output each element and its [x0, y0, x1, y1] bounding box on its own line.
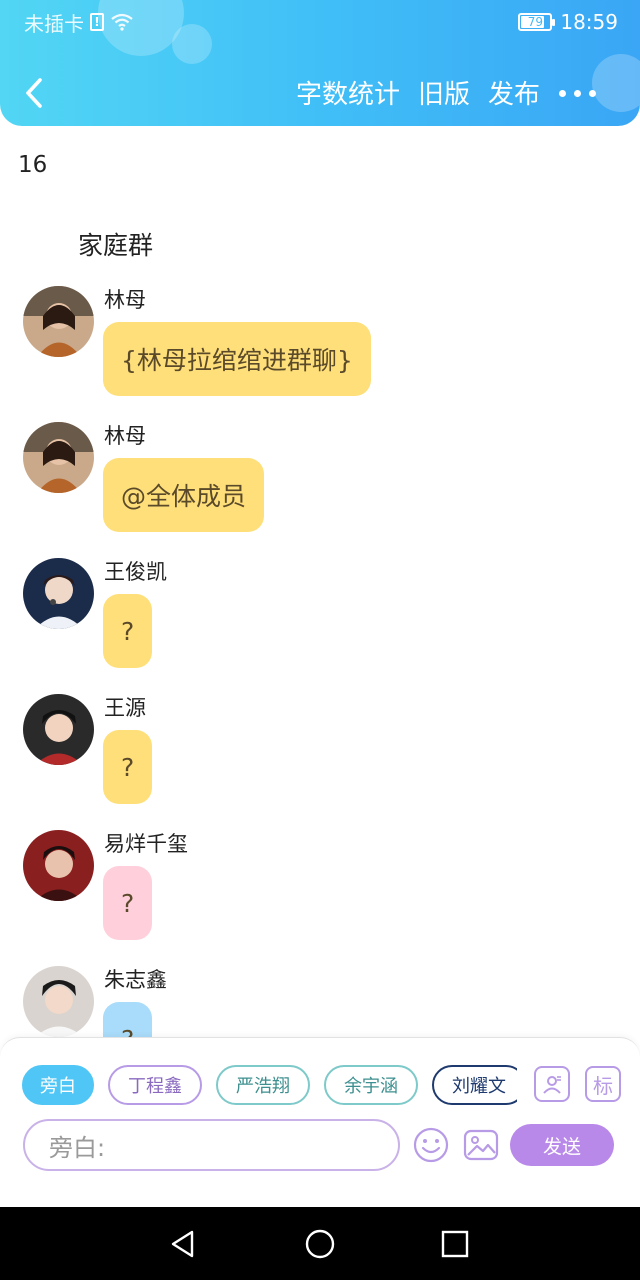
carrier-label: 未插卡	[24, 11, 84, 36]
role-selector[interactable]: 旁白 丁程鑫 严浩翔 余宇涵 刘耀文	[22, 1065, 517, 1107]
nav-back-icon[interactable]	[168, 1229, 198, 1259]
sender-name: 王源	[104, 696, 146, 720]
back-arrow-icon[interactable]	[20, 76, 50, 110]
old-version-button[interactable]: 旧版	[418, 74, 470, 111]
input-placeholder: 旁白:	[49, 1133, 106, 1162]
word-count-button[interactable]: 字数统计	[296, 74, 400, 111]
role-chip[interactable]: 严浩翔	[216, 1065, 310, 1105]
emoji-icon[interactable]	[412, 1126, 450, 1164]
avatar[interactable]	[23, 830, 94, 901]
battery-level: 79	[527, 15, 543, 29]
message-bubble[interactable]: {林母拉绾绾进群聊}	[103, 322, 371, 396]
message-bubble[interactable]: ?	[103, 866, 153, 940]
role-chip[interactable]: 丁程鑫	[108, 1065, 202, 1105]
status-bar: 未插卡 ! 79 18:59	[24, 8, 618, 36]
avatar[interactable]	[23, 286, 94, 357]
sender-name: 易烊千玺	[104, 832, 188, 856]
image-icon[interactable]	[462, 1126, 500, 1164]
battery-icon: 79	[518, 13, 556, 31]
person-card-icon[interactable]	[534, 1066, 570, 1102]
message-bubble[interactable]: ?	[103, 594, 153, 668]
word-count-value: 16	[18, 152, 48, 178]
nav-row: 字数统计 旧版 发布	[0, 68, 640, 118]
message-bubble[interactable]: @全体成员	[103, 458, 265, 532]
sender-name: 朱志鑫	[104, 968, 167, 992]
wifi-icon	[111, 13, 133, 31]
sender-name: 王俊凯	[104, 560, 167, 584]
avatar[interactable]	[23, 422, 94, 493]
tag-button[interactable]: 标	[585, 1066, 621, 1102]
role-chip[interactable]: 刘耀文	[432, 1065, 517, 1105]
system-nav-bar	[0, 1207, 640, 1280]
message-bubble[interactable]: ?	[103, 730, 153, 804]
message-list[interactable]: 林母 {林母拉绾绾进群聊} 林母 @全体成员 王俊凯 ? 王源 ? 易烊千玺 ?	[0, 280, 640, 1037]
header-actions: 字数统计 旧版 发布	[296, 74, 540, 111]
role-chip-narrator[interactable]: 旁白	[22, 1065, 94, 1105]
nav-recents-icon[interactable]	[441, 1229, 469, 1259]
group-title: 家庭群	[78, 231, 154, 260]
publish-button[interactable]: 发布	[488, 74, 540, 111]
sender-name: 林母	[104, 424, 146, 448]
sender-name: 林母	[104, 288, 146, 312]
more-options-icon[interactable]	[559, 90, 596, 97]
send-button[interactable]: 发送	[510, 1124, 614, 1166]
avatar[interactable]	[23, 558, 94, 629]
avatar[interactable]	[23, 966, 94, 1037]
message-input[interactable]: 旁白:	[23, 1119, 400, 1171]
avatar[interactable]	[23, 694, 94, 765]
clock: 18:59	[560, 10, 618, 34]
sim-alert-icon: !	[90, 13, 104, 31]
role-chip[interactable]: 余宇涵	[324, 1065, 418, 1105]
app-header: 未插卡 ! 79 18:59 字数统计 旧版 发布	[0, 0, 640, 126]
nav-home-icon[interactable]	[304, 1229, 336, 1259]
message-bubble[interactable]: ?	[103, 1002, 153, 1037]
